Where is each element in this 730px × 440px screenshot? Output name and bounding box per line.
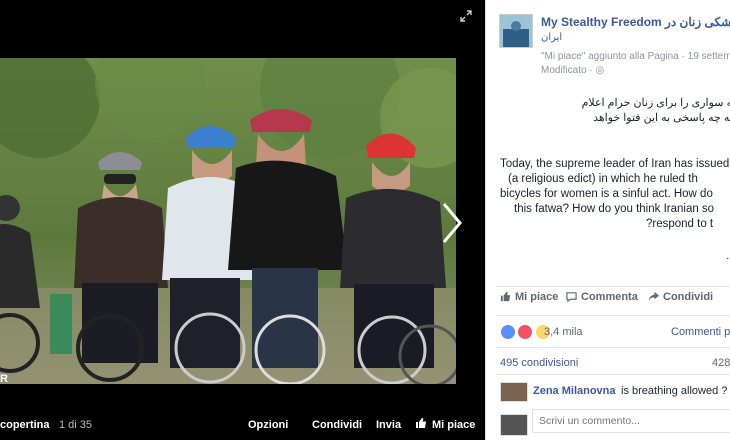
divider (496, 347, 730, 348)
persian-text-line-2: طر شما جامعه چه پاسخی به این فتوا خواهد (593, 112, 730, 124)
cover-label[interactable]: copertina (0, 419, 50, 431)
photo-viewer: R copertina 1 di 35 Opzioni Condividi In… (0, 0, 485, 440)
comment-icon (566, 292, 577, 303)
user-avatar (500, 414, 528, 436)
like-action[interactable]: Mi piace (500, 291, 558, 303)
send-button[interactable]: Invia (376, 419, 401, 431)
english-text-line: Today, the supreme leader of Iran has is… (500, 158, 730, 170)
modified-label: Modificato · ◎ (541, 65, 604, 76)
english-text-line: bicycles for women is a sinful act. How … (500, 188, 713, 200)
share-icon (648, 291, 659, 302)
page-name-continued[interactable]: ایران (541, 32, 562, 43)
modified-text: Modificato · (541, 65, 596, 76)
share-action[interactable]: Condividi (648, 291, 713, 303)
divider (496, 374, 730, 375)
like-reaction-icon (500, 323, 516, 340)
divider (496, 286, 730, 287)
comment-action-label: Commenta (581, 291, 638, 303)
like-icon[interactable] (415, 417, 427, 432)
commenter-avatar[interactable] (500, 382, 528, 402)
see-more-ellipsis[interactable]: ... (726, 251, 730, 262)
more-comments-link[interactable]: Commenti pi (671, 326, 730, 338)
comment-action[interactable]: Commenta (566, 291, 638, 303)
options-button[interactable]: Opzioni (248, 419, 288, 431)
next-photo-arrow[interactable] (436, 198, 466, 248)
shares-count[interactable]: 495 condivisioni (500, 357, 578, 369)
reactions-count[interactable]: 3,4 mila (544, 326, 583, 338)
photo (0, 58, 456, 384)
like-action-label: Mi piace (515, 291, 559, 303)
post-actions: Mi piace Commenta Condividi (486, 291, 730, 311)
page-name[interactable]: My Stealthy Freedom آزادیهای یواشکی زنان… (541, 15, 730, 29)
divider (496, 315, 730, 316)
like-button[interactable]: Mi piace (432, 419, 475, 431)
share-button[interactable]: Condividi (312, 419, 362, 431)
photo-counter: 1 di 35 (59, 419, 93, 431)
share-action-label: Condividi (663, 291, 714, 303)
views-count: 428 (712, 357, 730, 369)
post-meta: "Mi piace" aggiunto alla Pagina · 19 set… (541, 51, 730, 62)
comment-input[interactable] (532, 409, 730, 433)
left-edge-letter: R (0, 373, 8, 385)
page-avatar[interactable] (499, 14, 533, 48)
angry-reaction-icon (517, 323, 534, 340)
english-text-line: ?respond to t (646, 218, 714, 230)
photo-toolbar: copertina 1 di 35 Opzioni Condividi Invi… (0, 412, 485, 440)
reaction-icons[interactable] (500, 323, 551, 340)
english-text-line: this fatwa? How do you think Iranian so (514, 203, 715, 215)
english-text-line: (a religious edict) in which he ruled th (508, 173, 698, 185)
thumbs-up-icon (500, 291, 511, 302)
persian-text-line-1: امروز دوچرخه سواری را برای زنان حرام اعل… (581, 97, 730, 109)
expand-icon[interactable] (459, 10, 473, 24)
comment-text: is breathing allowed ? I gre (621, 385, 730, 397)
post-panel: My Stealthy Freedom آزادیهای یواشکی زنان… (485, 0, 730, 440)
globe-icon: ◎ (595, 65, 605, 76)
comment-author[interactable]: Zena Milanovna (533, 385, 616, 397)
